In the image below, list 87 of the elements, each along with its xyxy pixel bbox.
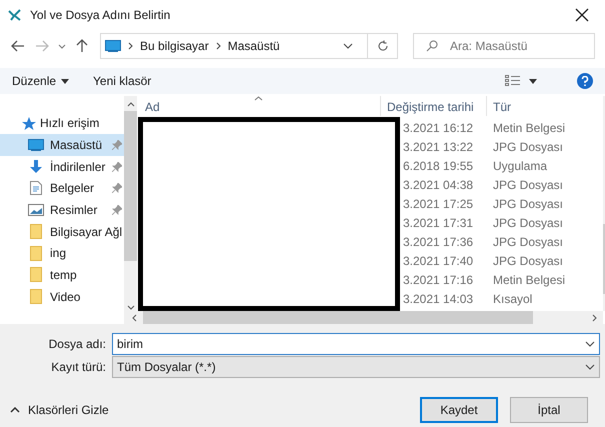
table-cell: 3.2021 17:36 [403,234,474,248]
sidebar-item[interactable]: Video [0,286,124,308]
table-cell: JPG Dosyası [493,140,564,154]
chevron-up-icon [126,102,135,107]
chevron-right-icon [216,42,221,50]
desktop-icon [28,138,44,151]
file-name-field[interactable]: birim [112,333,600,355]
table-cell: 3.2021 04:38 [403,178,474,192]
folder-icon [30,267,42,282]
refresh-icon [376,40,388,52]
table-cell: Metin Belgesi [493,120,566,134]
caret-icon [529,78,537,84]
pin-icon [112,183,122,194]
sidebar-item[interactable]: Resimler [0,199,124,221]
help-button[interactable] [577,73,593,89]
pin-icon [112,162,122,172]
view-options-button[interactable] [505,75,537,87]
table-cell: 3.2021 13:22 [403,140,474,154]
search-icon [426,40,438,52]
folder-icon [30,246,42,261]
table-cell: 3.2021 17:40 [403,254,474,268]
file-type-label: Kayıt türü: [50,359,106,376]
address-bar[interactable]: Bu bilgisayar Masaüstü [100,33,398,59]
table-cell: JPG Dosyası [493,254,564,268]
table-cell: Uygulama [493,158,548,172]
picture-icon [28,204,44,216]
table-cell: 6.2018 19:55 [403,158,474,172]
chevron-down-icon [126,305,135,310]
table-cell: Kısayol [493,292,532,306]
column-header[interactable]: Tür [487,96,603,116]
cancel-button[interactable]: İptal [510,397,588,423]
table-cell: JPG Dosyası [493,178,564,192]
sidebar-item[interactable]: temp [0,264,124,286]
sort-caret-icon [254,96,263,101]
table-cell: 3.2021 14:03 [403,292,474,306]
column-header[interactable]: Değiştirme tarihi [381,96,487,116]
chevron-down-icon [58,44,66,48]
folder-icon [30,289,42,304]
save-button[interactable]: Kaydet [420,397,498,423]
file-name-input[interactable]: birim [117,335,585,353]
chevron-right-icon [128,42,133,50]
question-mark-icon [581,76,589,86]
sidebar-item[interactable]: Belgeler [0,177,124,200]
details-view-icon [505,75,521,87]
chevron-down-icon [585,364,595,370]
new-folder-button[interactable]: Yeni klasör [93,72,152,90]
chevron-down-icon [343,43,353,49]
forward-arrow-icon [35,40,49,52]
sidebar-item[interactable]: ing [0,242,124,264]
organize-menu-button[interactable]: Düzenle [12,72,70,90]
table-cell: 3.2021 17:16 [403,272,474,286]
sidebar-item[interactable]: Bilgisayar Ağl [0,220,124,242]
star-icon [22,116,36,130]
download-icon [29,160,43,174]
breadcrumb-item[interactable]: Masaüstü [228,37,280,55]
column-header[interactable]: Ad [128,96,381,116]
window-title: Yol ve Dosya Adını Belirtin [30,7,172,24]
document-icon [30,181,42,196]
hide-folders-button[interactable]: Klasörleri Gizle [10,401,420,419]
back-arrow-icon [11,40,25,52]
pin-icon [112,204,122,215]
table-cell: Metin Belgesi [493,272,566,286]
chevron-up-icon [10,407,20,413]
file-type-dropdown[interactable]: Tüm Dosyalar (*.*) [112,356,600,378]
up-arrow-icon [76,39,88,53]
app-logo-icon [8,9,22,21]
table-cell: 3.2021 17:25 [403,196,474,210]
pin-icon [112,140,122,150]
table-cell: 3.2021 16:12 [403,120,474,134]
table-cell: JPG Dosyası [493,234,564,248]
table-cell: JPG Dosyası [493,216,564,230]
file-name-label: Dosya adı: [48,336,106,353]
caret-icon [61,78,70,84]
folder-icon [30,224,42,240]
search-field[interactable]: Ara: Masaüstü [413,33,595,59]
table-cell: 3.2021 17:31 [403,216,474,230]
table-cell: JPG Dosyası [493,196,564,210]
chevron-down-icon [585,341,595,347]
chevron-left-icon [132,314,137,322]
sidebar-header[interactable]: Hızlı erişim [0,112,124,134]
sidebar-item[interactable]: İndirilenler [0,156,124,178]
computer-icon [105,40,121,52]
close-icon [575,8,589,22]
sidebar-item[interactable]: Masaüstü [0,134,124,156]
breadcrumb-item[interactable]: Bu bilgisayar [140,37,209,55]
search-input[interactable]: Ara: Masaüstü [450,37,582,55]
chevron-right-icon [592,314,597,322]
